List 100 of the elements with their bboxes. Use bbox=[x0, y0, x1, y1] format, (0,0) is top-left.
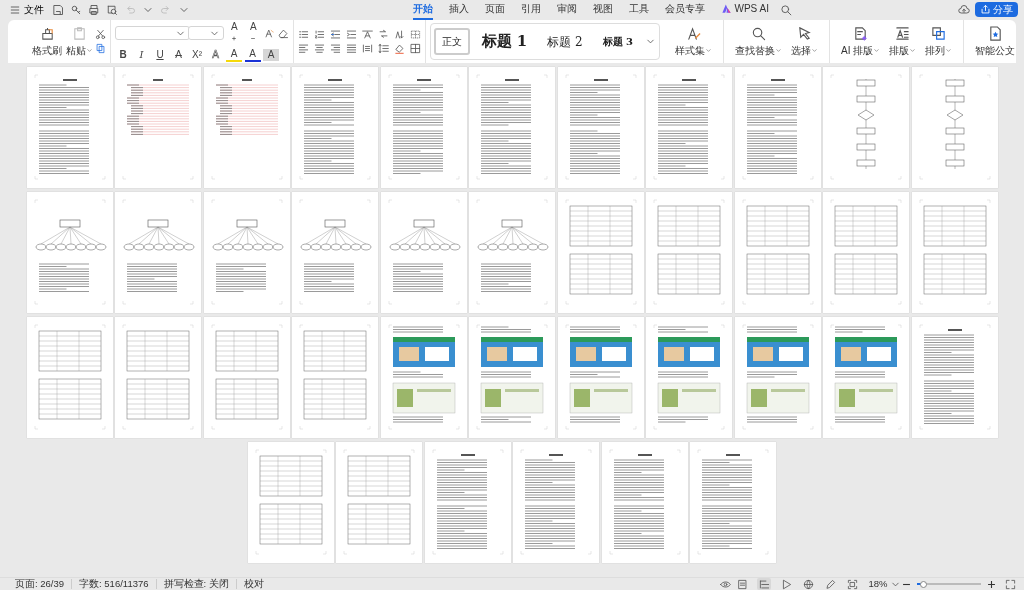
page-thumbnail[interactable] bbox=[911, 67, 998, 188]
web-view-button[interactable] bbox=[801, 578, 816, 590]
format-painter-button[interactable]: 格式刷 bbox=[30, 25, 64, 58]
save-icon[interactable] bbox=[52, 3, 64, 16]
underline-button[interactable]: U bbox=[152, 48, 168, 61]
select-button[interactable]: 选择 bbox=[789, 25, 821, 58]
fullscreen-icon[interactable] bbox=[1005, 578, 1016, 590]
eye-icon[interactable] bbox=[720, 578, 732, 590]
page-thumbnail[interactable] bbox=[115, 192, 201, 313]
page-thumbnail[interactable] bbox=[513, 442, 600, 563]
page-thumbnail[interactable] bbox=[26, 317, 113, 438]
ribbon-tab[interactable]: 会员专享 bbox=[665, 0, 705, 20]
cloud-upload-icon[interactable] bbox=[957, 3, 970, 16]
increase-font-size-button[interactable]: A bbox=[226, 21, 243, 46]
style-option[interactable]: 标题 3 bbox=[594, 28, 642, 55]
text-effect-icon[interactable] bbox=[264, 27, 276, 39]
layout-button[interactable]: 排版 bbox=[887, 25, 919, 58]
page-thumbnail[interactable] bbox=[26, 67, 113, 188]
page-thumbnail[interactable] bbox=[203, 67, 290, 188]
border-icon[interactable] bbox=[409, 42, 421, 54]
search-icon[interactable] bbox=[779, 3, 792, 16]
style-set-button[interactable]: 样式集 bbox=[673, 25, 715, 58]
ribbon-tab[interactable]: 审阅 bbox=[557, 0, 577, 20]
page-thumbnail[interactable] bbox=[601, 442, 688, 563]
paste-button[interactable]: 粘贴 bbox=[64, 25, 95, 58]
page-thumbnail[interactable] bbox=[911, 192, 998, 313]
highlight-button[interactable]: A bbox=[226, 47, 242, 62]
bullet-list-icon[interactable] bbox=[297, 29, 309, 41]
page-view-button[interactable] bbox=[735, 578, 750, 590]
bold-button[interactable]: B bbox=[115, 48, 131, 61]
page-thumbnail[interactable] bbox=[557, 67, 644, 188]
decrease-font-size-button[interactable]: A bbox=[245, 21, 262, 46]
page-thumbnail[interactable] bbox=[557, 317, 644, 438]
page-thumbnail[interactable] bbox=[734, 67, 821, 188]
print-preview-icon[interactable] bbox=[106, 3, 118, 16]
distribute-icon[interactable] bbox=[361, 42, 373, 54]
text-outline-button[interactable]: A bbox=[207, 48, 224, 61]
clear-format-icon[interactable] bbox=[277, 27, 289, 39]
align-center-icon[interactable] bbox=[313, 42, 325, 54]
page-thumbnail[interactable] bbox=[115, 67, 201, 188]
numbered-list-icon[interactable] bbox=[313, 29, 325, 41]
wps-ai-tab[interactable]: WPS AI bbox=[721, 0, 769, 20]
outline-view-button[interactable] bbox=[757, 578, 772, 590]
sort-direction-icon[interactable] bbox=[377, 29, 389, 41]
align-left-icon[interactable] bbox=[297, 42, 309, 54]
arrange-button[interactable]: 排列 bbox=[923, 25, 955, 58]
table-grid-icon[interactable] bbox=[409, 29, 421, 41]
character-shading-button[interactable]: A bbox=[263, 48, 279, 61]
page-thumbnail[interactable] bbox=[734, 317, 821, 438]
ribbon-tab[interactable]: 插入 bbox=[449, 0, 469, 20]
copy-icon[interactable] bbox=[95, 42, 106, 54]
style-option[interactable]: 标题 2 bbox=[539, 26, 591, 57]
key-icon[interactable] bbox=[70, 3, 82, 16]
page-thumbnail[interactable] bbox=[380, 67, 467, 188]
style-option[interactable]: 标题 1 bbox=[473, 24, 536, 59]
shading-icon[interactable] bbox=[393, 42, 405, 54]
font-name-field[interactable] bbox=[115, 26, 191, 41]
page-thumbnail[interactable] bbox=[115, 317, 201, 438]
italic-button[interactable]: I bbox=[133, 48, 150, 61]
fit-page-button[interactable] bbox=[845, 578, 860, 590]
sort-icon[interactable] bbox=[393, 29, 405, 41]
page-thumbnail[interactable] bbox=[424, 442, 511, 563]
smart-document-button[interactable]: 智能公文 bbox=[973, 25, 1018, 58]
justify-icon[interactable] bbox=[345, 42, 357, 54]
page-thumbnail[interactable] bbox=[646, 67, 732, 188]
page-thumbnail[interactable] bbox=[26, 192, 113, 313]
line-spacing-icon[interactable] bbox=[377, 42, 389, 54]
page-thumbnail[interactable] bbox=[823, 317, 909, 438]
strikethrough-button[interactable]: A bbox=[170, 48, 187, 61]
share-button[interactable]: 分享 bbox=[975, 2, 1018, 17]
page-thumbnail[interactable] bbox=[292, 317, 378, 438]
page-thumbnail[interactable] bbox=[911, 317, 998, 438]
decrease-indent-icon[interactable] bbox=[329, 29, 341, 41]
page-thumbnail[interactable] bbox=[646, 317, 732, 438]
text-direction-icon[interactable] bbox=[361, 29, 373, 41]
font-size-field[interactable] bbox=[187, 26, 224, 41]
page-thumbnail[interactable] bbox=[380, 192, 467, 313]
page-thumbnail[interactable] bbox=[336, 442, 423, 563]
zoom-in-icon[interactable] bbox=[986, 578, 997, 590]
page-thumbnail[interactable] bbox=[690, 442, 777, 563]
page-thumbnail[interactable] bbox=[823, 192, 909, 313]
zoom-slider-thumb[interactable] bbox=[919, 580, 927, 588]
zoom-value[interactable]: 18% bbox=[868, 576, 888, 590]
spell-check-toggle[interactable]: 拼写检查: 关闭 bbox=[156, 579, 237, 589]
word-count[interactable]: 字数: 516/11376 bbox=[72, 579, 157, 589]
page-thumbnail[interactable] bbox=[292, 192, 378, 313]
page-thumbnail[interactable] bbox=[469, 317, 555, 438]
page-thumbnail[interactable] bbox=[247, 442, 334, 563]
cut-icon[interactable] bbox=[95, 29, 106, 41]
page-thumbnail[interactable] bbox=[380, 317, 467, 438]
font-color-button[interactable]: A bbox=[244, 47, 261, 62]
style-option[interactable]: 正文 bbox=[433, 28, 470, 55]
page-thumbnail[interactable] bbox=[469, 67, 555, 188]
ribbon-tab[interactable]: 视图 bbox=[593, 0, 613, 20]
page-thumbnail[interactable] bbox=[557, 192, 644, 313]
proofread-button[interactable]: 校对 bbox=[236, 579, 271, 589]
page-thumbnail[interactable] bbox=[646, 192, 732, 313]
ribbon-tab[interactable]: 页面 bbox=[485, 0, 505, 20]
ribbon-tab[interactable]: 引用 bbox=[521, 0, 541, 20]
page-count[interactable]: 页面: 26/39 bbox=[8, 579, 73, 589]
